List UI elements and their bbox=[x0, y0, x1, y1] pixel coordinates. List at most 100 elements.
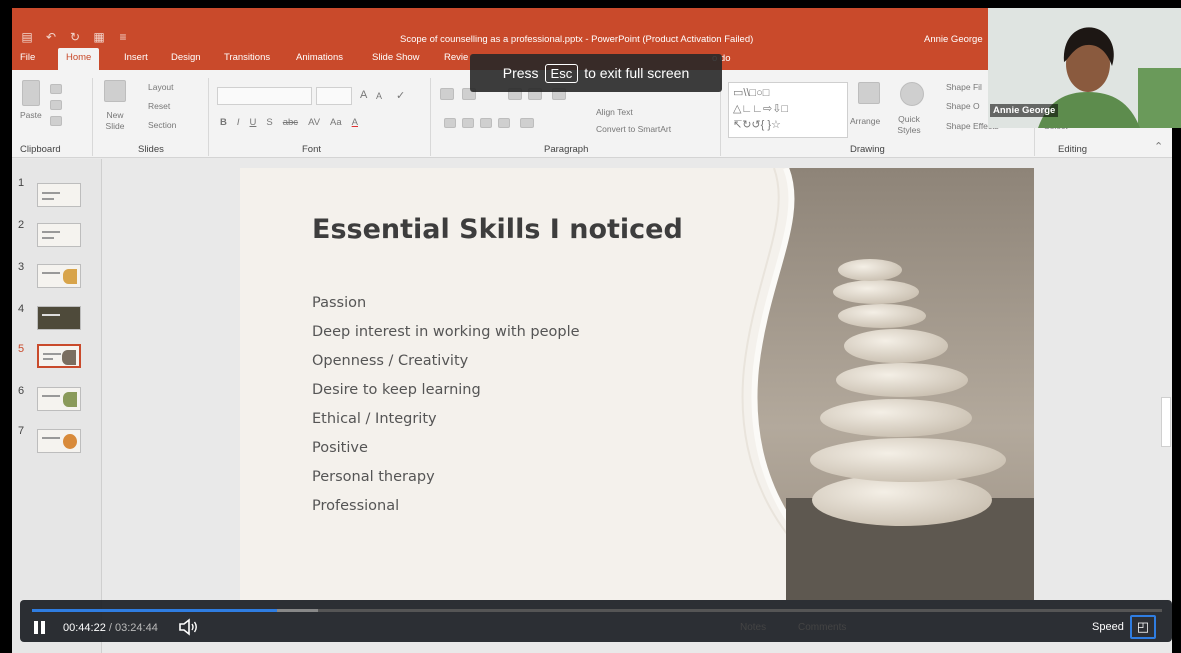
slide-thumbnail-4[interactable] bbox=[37, 306, 81, 330]
volume-icon[interactable] bbox=[178, 618, 200, 636]
clear-formatting-icon[interactable]: ✓ bbox=[396, 89, 405, 102]
tab-review[interactable]: Revie bbox=[444, 52, 468, 63]
new-slide-icon[interactable] bbox=[104, 80, 126, 102]
tab-animations[interactable]: Animations bbox=[296, 52, 343, 63]
underline-button[interactable]: U bbox=[250, 117, 257, 128]
slide-thumbnail-1[interactable] bbox=[37, 183, 81, 207]
quick-styles-icon[interactable] bbox=[900, 82, 924, 106]
quick-styles-button[interactable]: Quick Styles bbox=[892, 114, 926, 136]
align-center-icon[interactable] bbox=[462, 118, 474, 128]
slide-title[interactable]: Essential Skills I noticed bbox=[312, 214, 683, 245]
video-player-controls: 00:44:22 / 03:24:44 Notes Comments Speed… bbox=[20, 600, 1172, 642]
bullet-item: Openness / Creativity bbox=[312, 353, 469, 369]
group-label-editing: Editing bbox=[1058, 144, 1088, 155]
justify-icon[interactable] bbox=[498, 118, 510, 128]
paste-icon[interactable] bbox=[22, 80, 40, 106]
seek-bar[interactable] bbox=[32, 609, 1162, 612]
thumb-number: 4 bbox=[18, 303, 25, 315]
account-name[interactable]: Annie George bbox=[924, 34, 983, 45]
slide-thumbnail-5[interactable] bbox=[37, 344, 81, 368]
arrange-icon[interactable] bbox=[858, 82, 880, 104]
grow-font-button[interactable]: A bbox=[360, 89, 367, 101]
status-notes-ghost: Notes bbox=[740, 622, 767, 633]
save-icon[interactable]: ▤ bbox=[20, 30, 34, 44]
slide-thumbnail-7[interactable] bbox=[37, 429, 81, 453]
align-right-icon[interactable] bbox=[480, 118, 492, 128]
tab-transitions[interactable]: Transitions bbox=[224, 52, 270, 63]
font-color-button[interactable]: A bbox=[352, 117, 358, 128]
slide-thumbnail-6[interactable] bbox=[37, 387, 81, 411]
banner-rest-text: to exit full screen bbox=[584, 65, 690, 81]
section-button[interactable]: Section bbox=[148, 120, 176, 130]
thumb-number: 5 bbox=[18, 343, 25, 355]
vertical-scrollbar[interactable] bbox=[1160, 159, 1172, 599]
shape-fill-button[interactable]: Shape Fil bbox=[946, 82, 982, 92]
group-label-drawing: Drawing bbox=[850, 144, 885, 155]
quick-access-toolbar: ▤ ↶ ↻ ▦ ≡ bbox=[20, 30, 130, 44]
align-text-button[interactable]: Align Text bbox=[596, 107, 633, 117]
paste-button[interactable]: Paste bbox=[20, 110, 42, 120]
group-divider bbox=[92, 78, 93, 156]
buffered-range bbox=[277, 609, 318, 612]
tab-file[interactable]: File bbox=[20, 52, 35, 63]
character-spacing-button[interactable]: AV bbox=[308, 117, 320, 128]
format-painter-icon[interactable] bbox=[50, 116, 62, 126]
slide-canvas[interactable]: Essential Skills I noticed Passion Deep … bbox=[240, 168, 1034, 600]
convert-smartart-button[interactable]: Convert to SmartArt bbox=[596, 124, 671, 134]
scrollbar-thumb[interactable] bbox=[1161, 397, 1171, 447]
stacked-stones-image bbox=[741, 168, 1034, 600]
tab-insert[interactable]: Insert bbox=[124, 52, 148, 63]
customize-toolbar-icon[interactable]: ≡ bbox=[116, 30, 130, 44]
slide-thumbnail-3[interactable] bbox=[37, 264, 81, 288]
undo-icon[interactable]: ↶ bbox=[44, 30, 58, 44]
columns-icon[interactable] bbox=[520, 118, 534, 128]
start-slideshow-icon[interactable]: ▦ bbox=[92, 30, 106, 44]
thumb-number: 2 bbox=[18, 219, 25, 231]
new-slide-button[interactable]: New Slide bbox=[100, 110, 130, 132]
exit-fullscreen-icon[interactable]: ◰ bbox=[1130, 615, 1156, 639]
tab-slide-show[interactable]: Slide Show bbox=[372, 52, 420, 63]
group-label-paragraph: Paragraph bbox=[544, 144, 589, 155]
cut-icon[interactable] bbox=[50, 84, 62, 94]
shapes-gallery[interactable]: ▭\\□○□ △∟∟⇨⇩□ ↸↻↺{ }☆ bbox=[728, 82, 848, 138]
font-size-box[interactable] bbox=[316, 87, 352, 105]
bullets-icon[interactable] bbox=[440, 88, 454, 100]
tab-design[interactable]: Design bbox=[171, 52, 201, 63]
bold-button[interactable]: B bbox=[220, 117, 227, 128]
change-case-button[interactable]: Aa bbox=[330, 117, 342, 128]
layout-button[interactable]: Layout bbox=[148, 82, 174, 92]
slide-thumbnail-2[interactable] bbox=[37, 223, 81, 247]
redo-icon[interactable]: ↻ bbox=[68, 30, 82, 44]
thumb-number: 1 bbox=[18, 177, 25, 189]
speed-button[interactable]: Speed bbox=[1092, 621, 1124, 633]
strikethrough-button[interactable]: abc bbox=[283, 117, 298, 128]
exit-fullscreen-banner: Press Esc to exit full screen bbox=[470, 54, 722, 92]
font-name-box[interactable] bbox=[217, 87, 312, 105]
slide-thumbnails-pane: 1 2 3 4 5 6 7 bbox=[12, 159, 102, 653]
arrange-button[interactable]: Arrange bbox=[850, 116, 880, 126]
shadow-button[interactable]: S bbox=[266, 117, 272, 128]
pause-button[interactable] bbox=[34, 621, 46, 634]
italic-button[interactable]: I bbox=[237, 117, 240, 128]
group-divider bbox=[208, 78, 209, 156]
thumb-number: 6 bbox=[18, 385, 25, 397]
played-range bbox=[32, 609, 278, 612]
shape-outline-button[interactable]: Shape O bbox=[946, 101, 980, 111]
group-label-font: Font bbox=[302, 144, 322, 155]
document-title: Scope of counselling as a professional.p… bbox=[400, 34, 754, 45]
reset-button[interactable]: Reset bbox=[148, 101, 170, 111]
bullet-item: Professional bbox=[312, 498, 400, 514]
collapse-ribbon-icon[interactable]: ⌃ bbox=[1154, 140, 1163, 153]
tab-home[interactable]: Home bbox=[58, 48, 100, 70]
group-label-slides: Slides bbox=[138, 144, 164, 155]
bullet-list[interactable]: Passion Deep interest in working with pe… bbox=[312, 293, 580, 525]
group-divider bbox=[430, 78, 431, 156]
align-left-icon[interactable] bbox=[444, 118, 456, 128]
bullet-item: Ethical / Integrity bbox=[312, 411, 437, 427]
status-comments-ghost: Comments bbox=[798, 622, 847, 633]
shrink-font-button[interactable]: A bbox=[376, 91, 382, 101]
webcam-video: Annie George bbox=[988, 8, 1181, 128]
copy-icon[interactable] bbox=[50, 100, 62, 110]
bullet-item: Personal therapy bbox=[312, 469, 435, 485]
webcam-participant-name: Annie George bbox=[990, 104, 1059, 117]
